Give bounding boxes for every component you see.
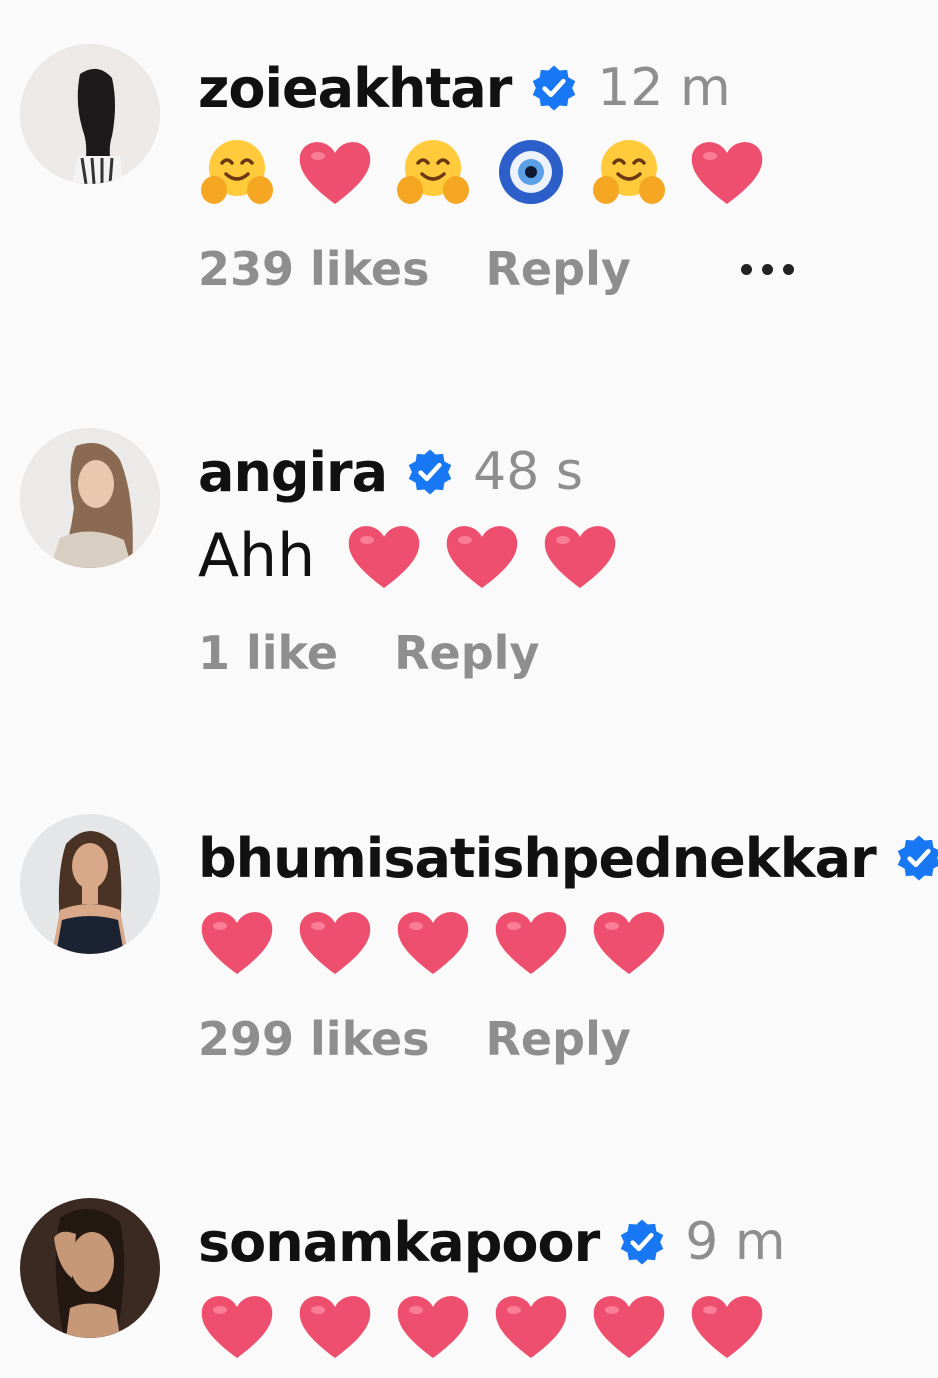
avatar[interactable] [20,44,160,184]
red-heart-icon [198,906,276,978]
username[interactable]: sonamkapoor [198,1211,600,1274]
username[interactable]: zoieakhtar [198,57,512,120]
username[interactable]: angira [198,441,388,504]
comment-timestamp: 12 m [597,58,731,118]
red-heart-icon [296,906,374,978]
red-heart-icon [541,520,619,592]
comment-timestamp: 9 m [685,1212,786,1272]
red-heart-icon [296,136,374,208]
comment-list: zoieakhtar 12 m 239 likes Reply angira 4… [0,0,938,1378]
red-heart-icon [492,1290,570,1362]
red-heart-icon [394,1290,472,1362]
verified-badge-icon [620,1219,664,1265]
comment-text [198,1282,938,1370]
username[interactable]: bhumisatishpednekkar [198,827,877,890]
red-heart-icon [394,906,472,978]
nazar-amulet-icon [492,136,570,208]
red-heart-icon [492,906,570,978]
verified-badge-icon [408,449,452,495]
red-heart-icon [590,906,668,978]
reply-button[interactable]: Reply [394,626,539,680]
comment-text [198,128,938,216]
red-heart-icon [198,1290,276,1362]
red-heart-icon [296,1290,374,1362]
avatar[interactable] [20,814,160,954]
comment-text: Ahh [198,512,938,600]
like-count[interactable]: 299 likes [198,1012,430,1066]
avatar[interactable] [20,1198,160,1338]
red-heart-icon [590,1290,668,1362]
verified-badge-icon [897,835,938,881]
reply-button[interactable]: Reply [486,242,631,296]
red-heart-icon [688,1290,766,1362]
red-heart-icon [345,520,423,592]
verified-badge-icon [533,65,576,111]
like-count[interactable]: 239 likes [198,242,430,296]
more-options-icon[interactable] [740,263,794,275]
comment-timestamp: 48 s [473,442,583,502]
like-count[interactable]: 1 like [198,626,338,680]
reply-button[interactable]: Reply [486,1012,631,1066]
red-heart-icon [443,520,521,592]
hugging-face-icon [198,136,276,208]
comment-text [198,898,938,986]
hugging-face-icon [590,136,668,208]
red-heart-icon [688,136,766,208]
hugging-face-icon [394,136,472,208]
avatar[interactable] [20,428,160,568]
comment-text-content: Ahh [198,521,316,591]
